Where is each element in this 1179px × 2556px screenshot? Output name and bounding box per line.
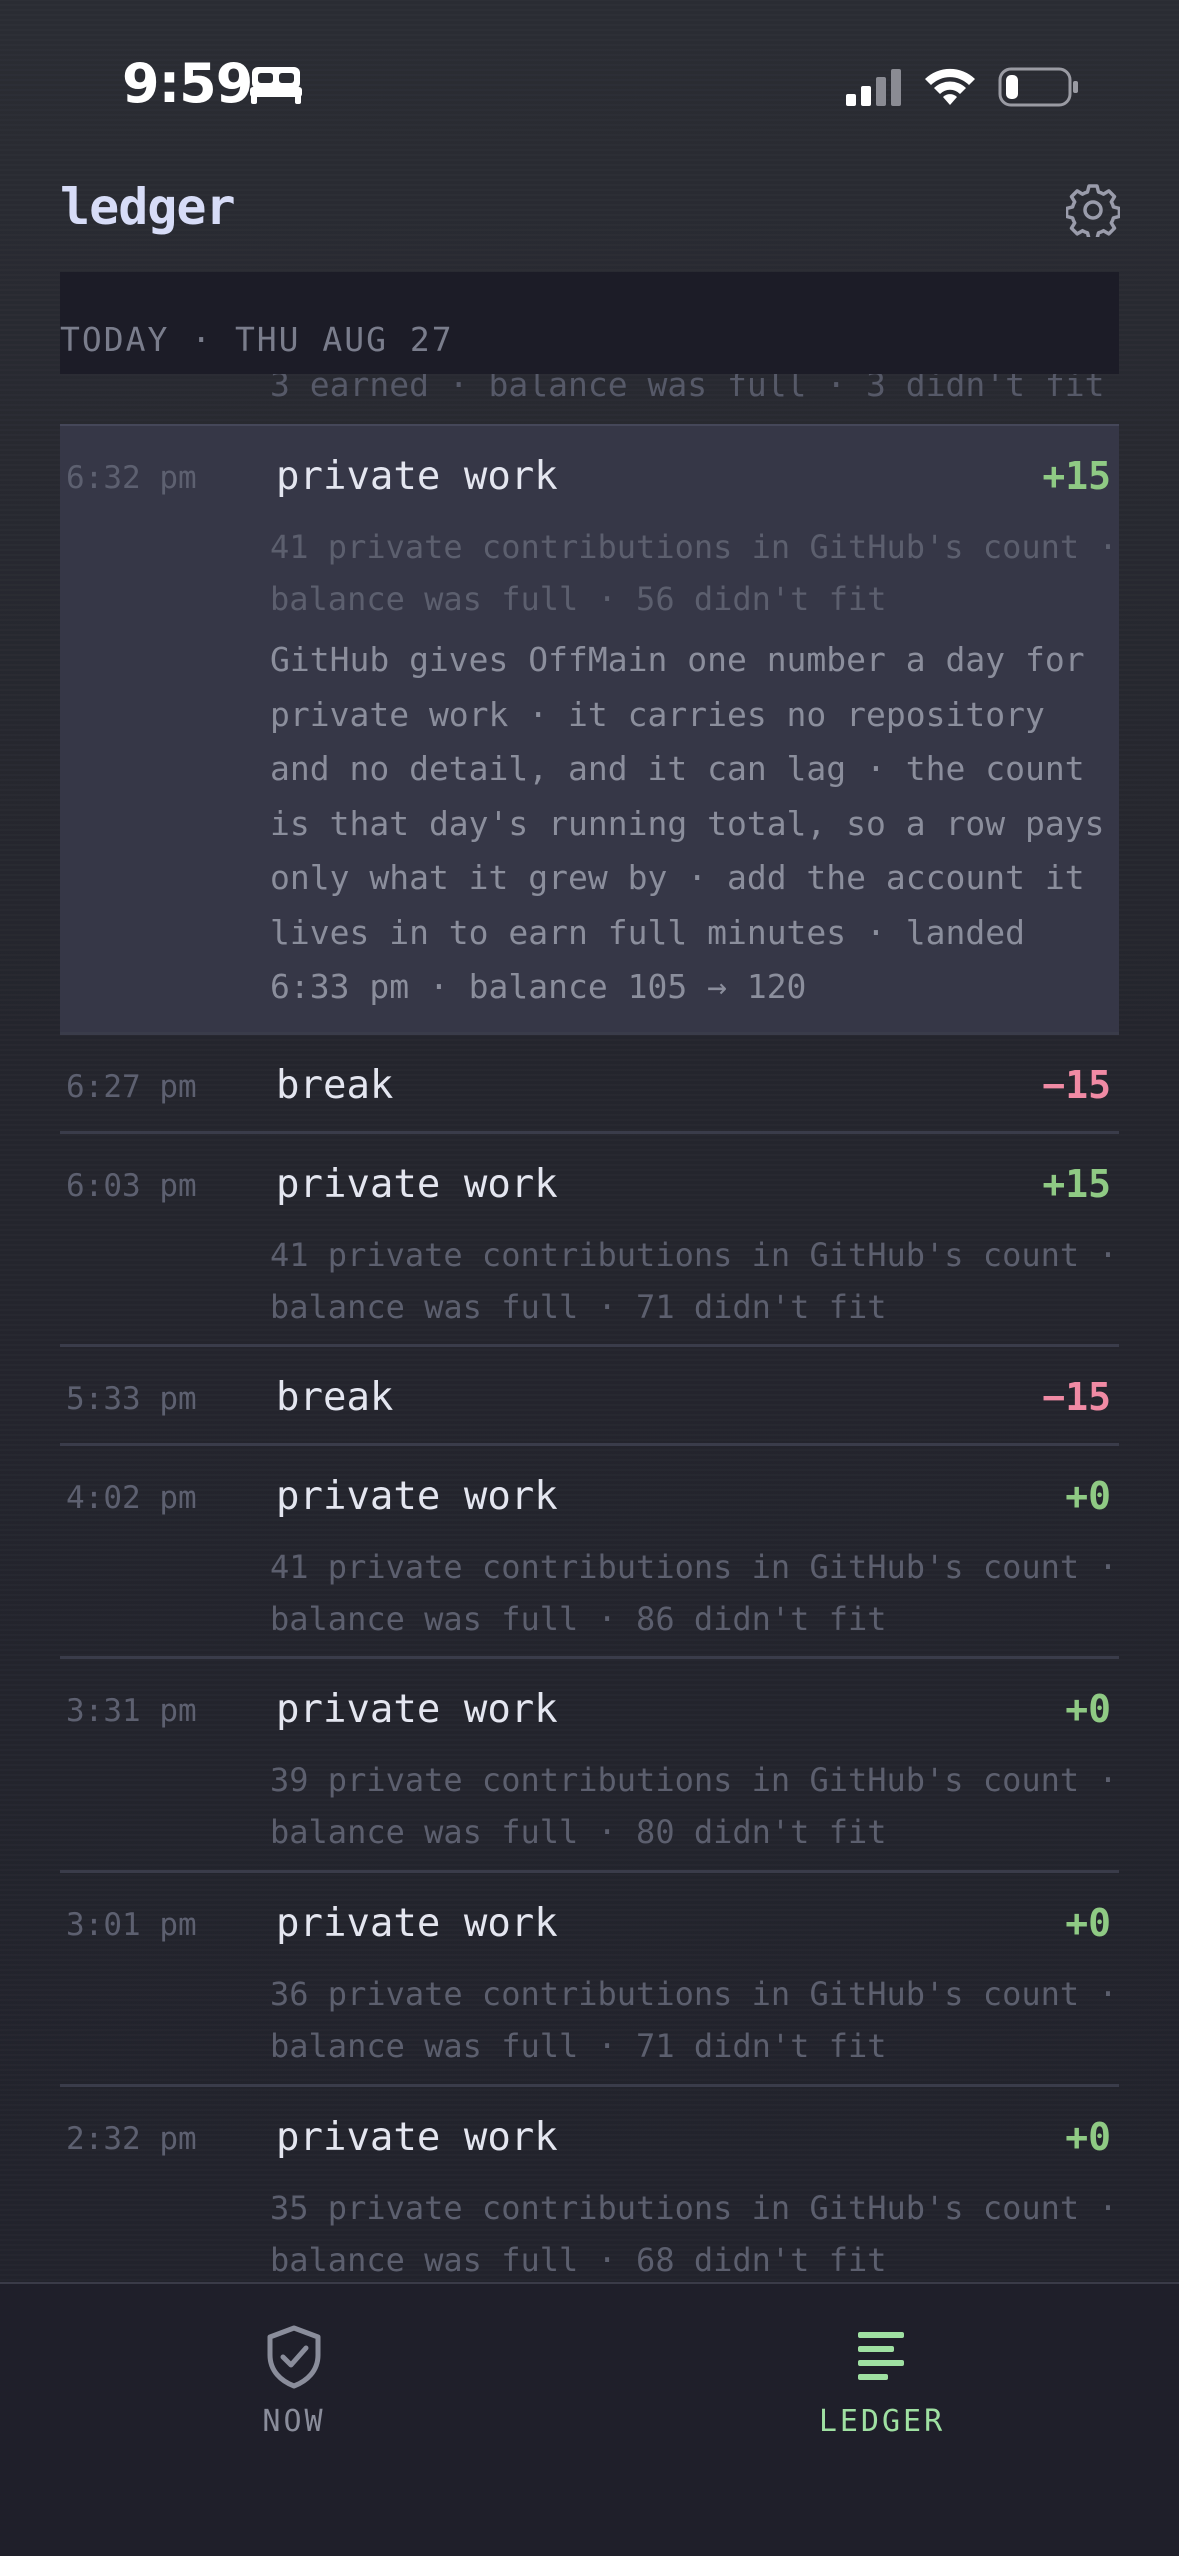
entry-amount: +0	[1065, 1474, 1111, 1518]
status-time: 9:59	[122, 52, 253, 115]
entry-label: private work	[276, 1687, 558, 1732]
tab-ledger-label: LEDGER	[818, 2404, 946, 2439]
tab-now[interactable]: NOW	[144, 2284, 444, 2464]
entry-time: 6:27 pm	[66, 1069, 197, 1105]
entry-label: private work	[276, 2115, 558, 2160]
entry-amount: +15	[1042, 454, 1111, 498]
day-header-label: TODAY · THU AUG 27	[60, 320, 454, 359]
entry-meta: 41 private contributions in GitHub's cou…	[270, 528, 1118, 618]
entry-time: 2:32 pm	[66, 2121, 197, 2157]
entry-note: GitHub gives OffMain one number a day fo…	[270, 640, 1105, 1006]
entry-amount: +0	[1065, 1901, 1111, 1945]
day-header: TODAY · THU AUG 27	[60, 272, 1119, 374]
status-bar: 9:59	[0, 0, 1179, 170]
entry-time: 3:31 pm	[66, 1693, 197, 1729]
entry-amount: +15	[1042, 1162, 1111, 1206]
entry-meta: 41 private contributions in GitHub's cou…	[270, 1548, 1118, 1638]
gear-icon[interactable]	[1066, 183, 1120, 237]
ledger-entry[interactable]: 3:31 pm private work +0 39 private contr…	[60, 1659, 1119, 1873]
battery-icon	[998, 67, 1078, 107]
entry-amount: −15	[1042, 1375, 1111, 1419]
entry-time: 5:33 pm	[66, 1381, 197, 1417]
tab-ledger[interactable]: LEDGER	[732, 2284, 1032, 2464]
entry-meta: 36 private contributions in GitHub's cou…	[270, 1975, 1118, 2065]
cellular-signal-icon	[846, 69, 901, 106]
app-title: ledger	[60, 178, 236, 236]
entry-amount: +0	[1065, 1687, 1111, 1731]
entries: 6:32 pm private work +15 41 private cont…	[60, 424, 1119, 2282]
ledger-entry-expanded[interactable]: 6:32 pm private work +15 41 private cont…	[60, 424, 1119, 1035]
entry-label: break	[276, 1375, 394, 1420]
entry-label: private work	[276, 1901, 558, 1946]
bed-icon	[250, 67, 302, 104]
entry-meta: 35 private contributions in GitHub's cou…	[270, 2189, 1118, 2279]
tab-bar: NOW LEDGER	[0, 2282, 1179, 2556]
wifi-icon	[925, 68, 975, 105]
tab-now-label: NOW	[262, 2404, 326, 2439]
ledger-entry[interactable]: 5:33 pm break −15	[60, 1347, 1119, 1446]
entry-label: break	[276, 1063, 394, 1108]
entry-label: private work	[276, 1474, 558, 1519]
entry-time: 4:02 pm	[66, 1480, 197, 1516]
entry-amount: −15	[1042, 1063, 1111, 1107]
entry-amount: +0	[1065, 2115, 1111, 2159]
entry-meta: 39 private contributions in GitHub's cou…	[270, 1761, 1118, 1851]
entry-time: 6:32 pm	[66, 460, 197, 496]
entry-time: 3:01 pm	[66, 1907, 197, 1943]
ledger-list[interactable]: TODAY · THU AUG 27 3 earned · balance wa…	[60, 272, 1119, 2282]
ledger-entry[interactable]: 4:02 pm private work +0 41 private contr…	[60, 1446, 1119, 1659]
entry-label: private work	[276, 454, 558, 499]
entry-label: private work	[276, 1162, 558, 1207]
shield-check-icon	[267, 2325, 321, 2389]
ledger-entry[interactable]: 6:03 pm private work +15 41 private cont…	[60, 1134, 1119, 1347]
ledger-entry[interactable]: 3:01 pm private work +0 36 private contr…	[60, 1873, 1119, 2087]
ledger-entry[interactable]: 6:27 pm break −15	[60, 1035, 1119, 1134]
entry-meta: 41 private contributions in GitHub's cou…	[270, 1236, 1118, 1326]
ledger-entry[interactable]: 2:32 pm private work +0 35 private contr…	[60, 2087, 1119, 2282]
list-lines-icon	[858, 2332, 904, 2380]
entry-time: 6:03 pm	[66, 1168, 197, 1204]
